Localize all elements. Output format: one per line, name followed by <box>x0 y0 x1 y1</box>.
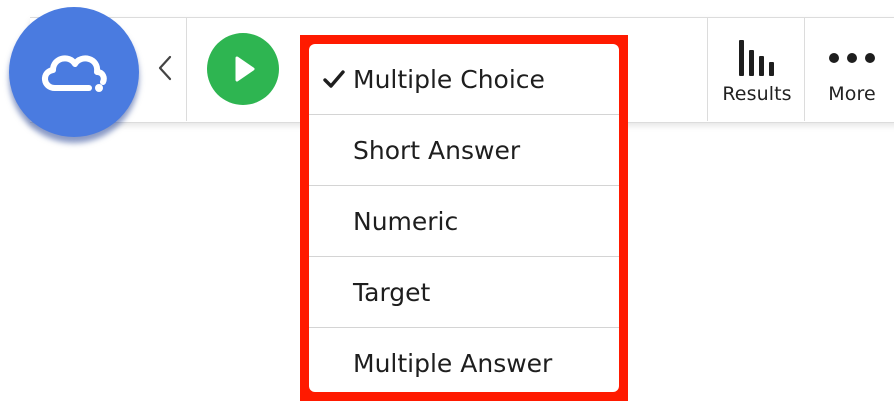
menu-item-label: Numeric <box>353 206 459 236</box>
menu-item-multiple-answer[interactable]: Multiple Answer <box>309 328 619 392</box>
check-icon <box>323 64 353 94</box>
play-button[interactable] <box>207 33 279 105</box>
back-button[interactable] <box>150 48 180 88</box>
app-logo[interactable] <box>9 7 139 137</box>
menu-item-label: Target <box>353 277 431 307</box>
question-type-dropdown: Multiple Choice Short Answer Numeric Tar… <box>300 35 628 401</box>
toolbar-divider <box>804 17 805 121</box>
question-type-menu: Multiple Choice Short Answer Numeric Tar… <box>309 44 619 392</box>
more-label: More <box>828 83 876 105</box>
app-stage: Results More Multiple Choice Short Answe… <box>0 0 894 403</box>
toolbar-divider <box>186 17 187 121</box>
more-dots-icon <box>829 53 875 63</box>
bar-chart-icon <box>739 40 774 76</box>
menu-item-target[interactable]: Target <box>309 257 619 328</box>
toolbar-divider <box>707 17 708 121</box>
play-icon <box>235 56 255 82</box>
cloud-icon <box>42 55 107 92</box>
more-button[interactable]: More <box>810 17 894 121</box>
menu-item-numeric[interactable]: Numeric <box>309 186 619 257</box>
results-icon-wrap <box>737 35 777 81</box>
results-label: Results <box>722 83 792 105</box>
menu-item-multiple-choice[interactable]: Multiple Choice <box>309 44 619 115</box>
results-button[interactable]: Results <box>712 17 802 121</box>
menu-item-label: Short Answer <box>353 135 521 165</box>
menu-item-label: Multiple Choice <box>353 64 545 94</box>
menu-item-label: Multiple Answer <box>353 349 553 378</box>
chevron-left-icon <box>158 55 172 81</box>
menu-item-short-answer[interactable]: Short Answer <box>309 115 619 186</box>
more-icon-wrap <box>828 35 876 81</box>
